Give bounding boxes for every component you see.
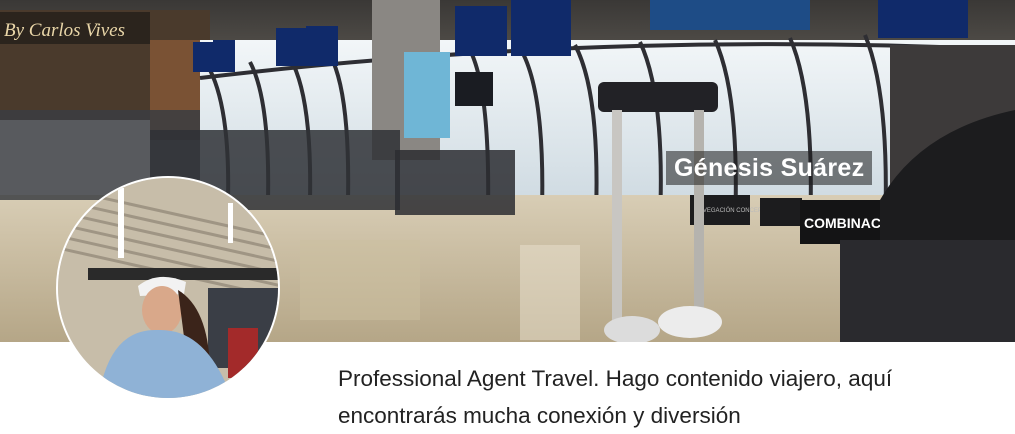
profile-name-badge: Génesis Suárez bbox=[666, 151, 873, 185]
avatar[interactable] bbox=[56, 176, 280, 400]
profile-bio: Professional Agent Travel. Hago contenid… bbox=[338, 366, 893, 428]
cover-sign-text: By Carlos Vives bbox=[4, 20, 125, 41]
